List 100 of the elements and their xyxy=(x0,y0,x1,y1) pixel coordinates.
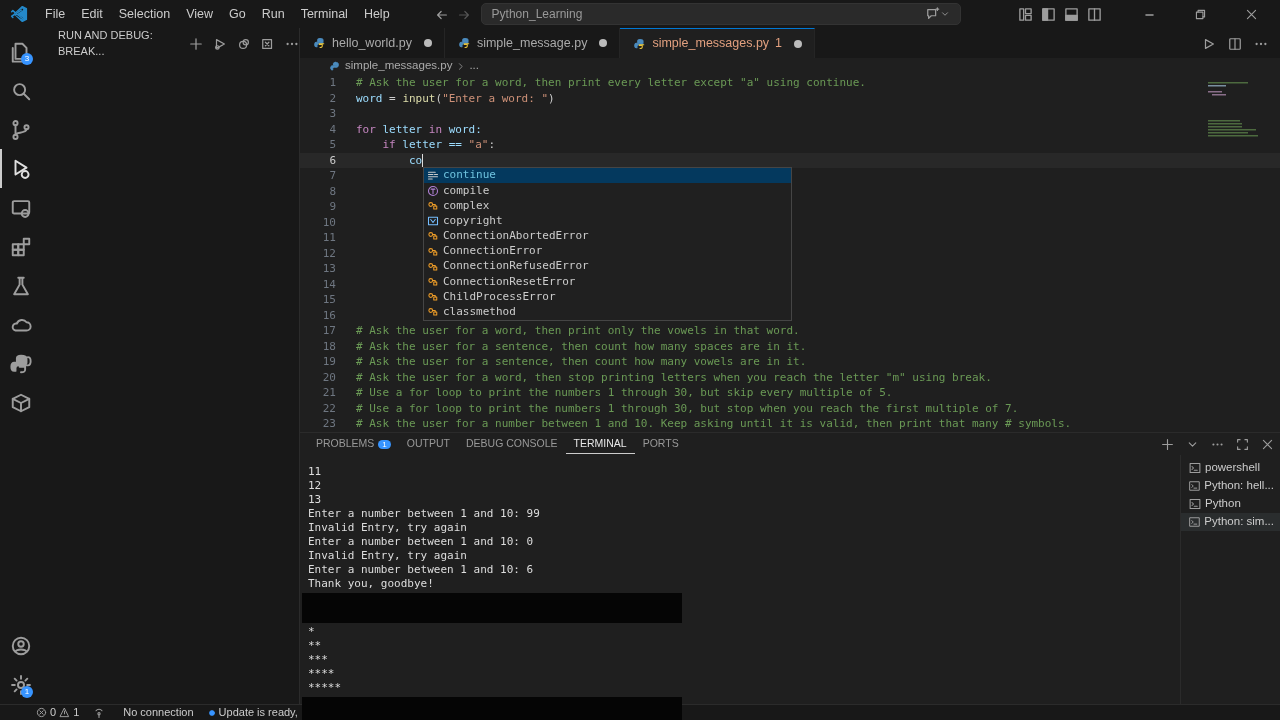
sidebar-title: RUN AND DEBUG: BREAK... xyxy=(58,27,154,59)
suggestion-item[interactable]: ConnectionError xyxy=(424,243,791,260)
line-number: 18 xyxy=(321,338,336,354)
suggestion-item[interactable]: compile xyxy=(424,183,791,199)
suggestion-item[interactable]: classmethod xyxy=(424,304,791,320)
terminal-list-item[interactable]: Python: sim... xyxy=(1181,513,1280,531)
line-number: 23 xyxy=(321,416,336,432)
code-line: # Ask the user for a number between 1 and 10. Keep asking until it is valid, then print that many # symbols. xyxy=(356,416,1072,432)
terminal-line: 12 xyxy=(308,479,323,493)
class-icon xyxy=(427,306,439,319)
terminal-line: Invalid Entry, try again xyxy=(308,549,468,563)
code-line: co xyxy=(407,152,424,168)
suggestion-item[interactable]: ConnectionResetError xyxy=(424,274,791,290)
code-line: # Ask the user for a word, then stop printing letters when you reach the letter "m" using break. xyxy=(356,369,992,385)
cube-icon xyxy=(10,391,32,414)
menu-item[interactable]: Help xyxy=(356,4,397,24)
line-number: 7 xyxy=(328,168,336,184)
error-icon xyxy=(36,707,47,718)
command-center[interactable]: Python_Learning xyxy=(480,3,961,25)
terminal-list-item[interactable]: powershell xyxy=(1181,459,1280,477)
terminal-list-item[interactable]: Python: hell... xyxy=(1181,477,1280,495)
line-number: 22 xyxy=(321,400,336,416)
suggestion-item[interactable]: complex xyxy=(424,198,791,214)
line-number: 3 xyxy=(328,106,336,122)
breadcrumb-item[interactable]: ... xyxy=(469,57,479,75)
broadcast-icon xyxy=(93,706,106,719)
code-line: word = input("Enter a word: ") xyxy=(356,90,555,106)
menu-item[interactable]: View xyxy=(179,4,220,24)
connection-status[interactable]: No connection xyxy=(123,704,194,720)
panel-tab[interactable]: TERMINAL xyxy=(565,433,635,455)
line-number: 14 xyxy=(321,276,336,292)
menu-item[interactable]: Run xyxy=(254,4,292,24)
run-icon xyxy=(1202,36,1216,51)
chevron-right-icon xyxy=(456,61,466,71)
class-icon xyxy=(427,291,439,304)
code-line: # Ask the user for a word, then print every letter except "a" using continue. xyxy=(356,75,866,91)
line-number: 21 xyxy=(321,385,336,401)
line-number: 10 xyxy=(321,214,336,230)
maximize-icon xyxy=(1236,438,1249,452)
terminal-icon xyxy=(1189,498,1201,510)
suggestion-item[interactable]: ChildProcessError xyxy=(424,289,791,305)
add-icon xyxy=(189,36,203,51)
code-line: # Ask the user for a sentence, then count how many spaces are in it. xyxy=(356,338,807,354)
panel-tab[interactable]: PROBLEMS 1 xyxy=(308,433,399,455)
suggestion-item[interactable]: ConnectionRefusedError xyxy=(424,259,791,275)
command-center-text: Python_Learning xyxy=(491,6,583,23)
account-icon xyxy=(10,634,32,657)
line-number: 15 xyxy=(321,292,336,308)
line-number: 20 xyxy=(321,369,336,385)
collapse-icon xyxy=(261,36,275,51)
keyword-icon xyxy=(427,169,439,182)
error-count[interactable]: 0 xyxy=(50,704,57,720)
update-dot-icon xyxy=(207,708,216,717)
line-number: 9 xyxy=(328,199,336,215)
layout-button[interactable] xyxy=(1041,5,1056,23)
breakpoints-icon xyxy=(237,36,251,51)
panel-tab[interactable]: PORTS xyxy=(634,433,687,455)
python-file-icon xyxy=(314,37,326,49)
class-icon xyxy=(427,230,439,243)
terminal-icon xyxy=(1189,480,1201,492)
warning-count[interactable]: 1 xyxy=(73,704,80,720)
menu-item[interactable]: Selection xyxy=(111,4,178,24)
panel-tab[interactable]: OUTPUT xyxy=(398,433,458,455)
debug-config-icon xyxy=(213,36,227,51)
terminal-line: ***** xyxy=(308,681,343,695)
update-status[interactable]: Update is ready, xyxy=(218,704,298,720)
code-line: for letter in word: xyxy=(356,121,482,137)
layout-button[interactable] xyxy=(1087,5,1102,23)
code-line: # Ask the user for a word, then print only the vowels in that word. xyxy=(356,323,800,339)
editor-tab[interactable]: simple_messages.py 1 xyxy=(620,28,816,58)
restore-icon xyxy=(1194,8,1207,22)
python-icon xyxy=(10,352,32,375)
line-number: 2 xyxy=(328,90,336,106)
menu-item[interactable]: File xyxy=(38,4,73,24)
menu-item[interactable]: Edit xyxy=(74,4,110,24)
terminal-line: Invalid Entry, try again xyxy=(308,521,468,535)
terminal-line: **** xyxy=(308,667,336,681)
menu-item[interactable]: Go xyxy=(222,4,253,24)
branch-icon xyxy=(10,118,32,141)
line-number: 16 xyxy=(321,307,336,323)
panel-tab[interactable]: DEBUG CONSOLE xyxy=(458,433,566,455)
terminal-line: 11 xyxy=(308,465,323,479)
line-number: 5 xyxy=(328,137,336,153)
line-number: 6 xyxy=(328,152,336,168)
settings-icon xyxy=(10,673,32,696)
terminal-line: Thank you, goodbye! xyxy=(308,577,435,591)
layout-button[interactable] xyxy=(1064,5,1079,23)
python-file-icon xyxy=(330,60,341,72)
breadcrumb-item[interactable]: simple_messages.py xyxy=(345,57,453,75)
code-line: # Ask the user for a sentence, then count how many vowels are in it. xyxy=(356,354,807,370)
layout-button[interactable] xyxy=(1018,5,1033,23)
suggestion-item[interactable]: copyright xyxy=(424,213,791,229)
terminal-list-item[interactable]: Python xyxy=(1181,495,1280,513)
line-number: 12 xyxy=(321,245,336,261)
warning-icon xyxy=(59,707,71,718)
class-icon xyxy=(427,260,439,273)
menu-item[interactable]: Terminal xyxy=(293,4,355,24)
suggestion-item[interactable]: continue xyxy=(424,168,791,184)
split-editor-icon xyxy=(1228,36,1242,51)
suggestion-item[interactable]: ConnectionAbortedError xyxy=(424,228,791,244)
